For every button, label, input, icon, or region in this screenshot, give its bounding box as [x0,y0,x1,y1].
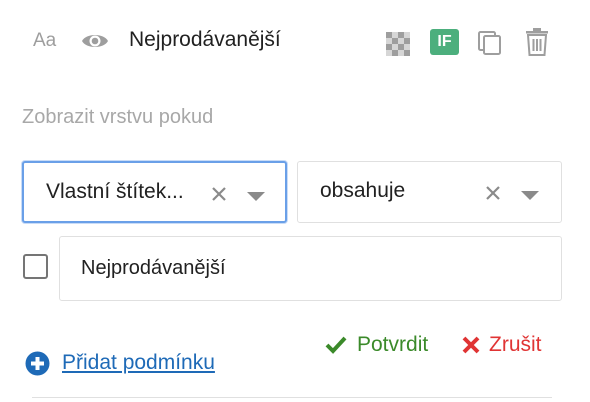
plus-circle-icon [25,351,50,375]
add-condition-button[interactable]: Přidat podmínku [25,348,215,378]
clear-icon[interactable] [484,184,502,202]
operator-select[interactable]: obsahuje [297,161,562,223]
trash-icon[interactable] [524,28,550,56]
field-select[interactable]: Vlastní štítek... [22,161,287,223]
confirm-label: Potvrdit [357,333,429,356]
close-icon [462,336,480,354]
checkmark-icon [325,336,347,354]
condition-checkbox[interactable] [23,254,48,279]
condition-value-input[interactable] [59,236,562,301]
transparency-icon[interactable] [386,32,410,56]
cancel-button[interactable]: Zrušit [462,331,542,359]
text-style-toggle[interactable]: Aa [33,30,56,52]
cancel-label: Zrušit [489,333,542,356]
clear-icon[interactable] [210,185,228,203]
condition-section-label: Zobrazit vrstvu pokud [22,106,214,128]
copy-icon[interactable] [477,30,503,56]
confirm-button[interactable]: Potvrdit [325,331,428,359]
divider [32,397,552,398]
layer-header: Aa Nejprodávanější IF [0,0,590,82]
operator-select-value: obsahuje [320,179,406,202]
conditional-badge[interactable]: IF [430,29,459,55]
add-condition-label: Přidat podmínku [62,351,215,374]
chevron-down-icon[interactable] [520,190,540,202]
field-select-value: Vlastní štítek... [46,180,184,203]
layer-name: Nejprodávanější [129,28,281,51]
chevron-down-icon[interactable] [246,191,266,203]
eye-icon[interactable] [81,30,109,52]
